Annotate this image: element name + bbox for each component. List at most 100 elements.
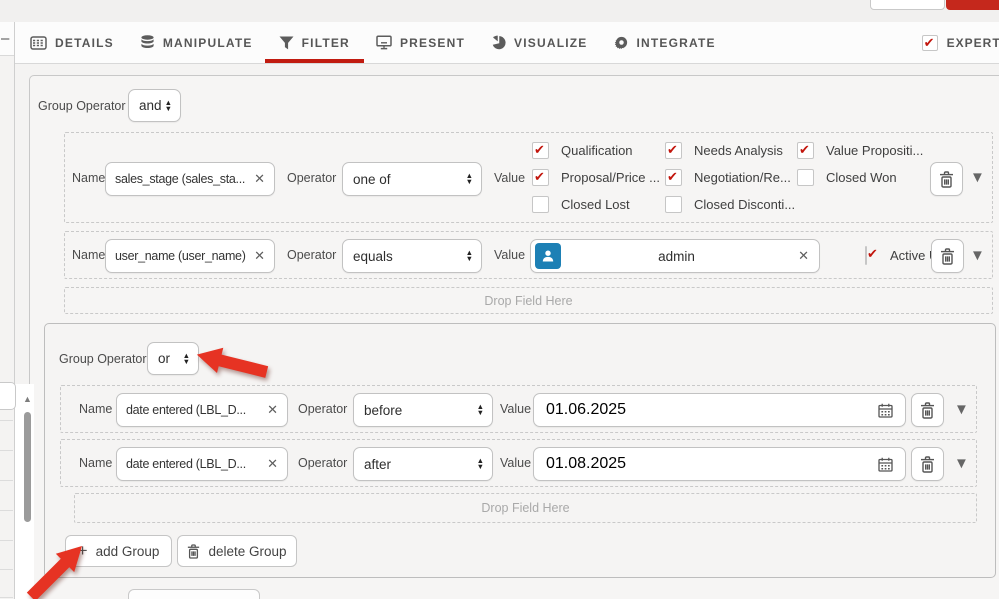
- toolbar-button-secondary[interactable]: [870, 0, 945, 10]
- filter-row-date-after: Name date entered (LBL_D... ✕ Operator a…: [60, 439, 977, 487]
- nested-group-operator-value: or: [158, 351, 171, 366]
- tab-manipulate[interactable]: MANIPULATE: [140, 22, 253, 63]
- check-icon: ✔: [667, 142, 678, 157]
- tab-integrate[interactable]: INTEGRATE: [614, 22, 716, 63]
- active-user-checkbox[interactable]: ✔: [865, 246, 878, 265]
- pie-chart-icon: [492, 35, 506, 50]
- group-operator-label: Group Operator: [59, 351, 147, 366]
- database-icon: [141, 35, 154, 48]
- divider: [0, 420, 13, 421]
- value-label: Value: [494, 248, 526, 262]
- date-value-input[interactable]: 01.08.2025: [533, 447, 906, 481]
- group-operator-select[interactable]: and ▲ ▼: [128, 89, 181, 122]
- remove-field-icon[interactable]: ✕: [254, 248, 265, 264]
- spinner-arrows-icon[interactable]: ▲ ▼: [477, 403, 484, 417]
- option-checkbox[interactable]: ✔: [532, 142, 549, 159]
- divider: [0, 450, 13, 451]
- check-icon: ✔: [534, 142, 545, 157]
- scrollbar-up-arrow[interactable]: ▲: [21, 394, 34, 404]
- active-tab-underline: [264, 59, 364, 63]
- date-value-text: 01.06.2025: [546, 401, 627, 418]
- check-icon: ✔: [867, 246, 878, 261]
- operator-select-sales-stage[interactable]: one of ▲ ▼: [342, 162, 482, 196]
- clear-value-icon[interactable]: ✕: [798, 248, 809, 264]
- collapse-handle-icon[interactable]: –: [1, 30, 9, 47]
- option-checkbox[interactable]: ✔: [665, 196, 682, 213]
- user-value-text: admin: [658, 248, 695, 264]
- sales-stage-options: ✔ Qualification ✔ Needs Analysis ✔ Value Pr…: [532, 142, 932, 213]
- drop-field-zone[interactable]: Drop Field Here: [74, 493, 977, 523]
- check-icon: ✔: [667, 169, 678, 184]
- option-checkbox[interactable]: ✔: [532, 196, 549, 213]
- delete-row-button[interactable]: [911, 393, 944, 427]
- tab-visualize[interactable]: VISUALIZE: [491, 22, 587, 63]
- spinner-arrows-icon[interactable]: ▲ ▼: [466, 172, 473, 186]
- top-strip: [0, 0, 999, 22]
- expert-mode-checkbox[interactable]: ✔: [921, 34, 938, 51]
- group-operator-label: Group Operator: [38, 98, 126, 113]
- delete-row-button[interactable]: [930, 162, 963, 196]
- add-group-button-cutoff[interactable]: [128, 589, 260, 599]
- date-value-input[interactable]: 01.06.2025: [533, 393, 906, 427]
- calendar-icon: [878, 457, 893, 472]
- nested-filter-group: Group Operator or ▲ ▼ Name date entered (…: [44, 323, 996, 578]
- operator-select-date-before[interactable]: before ▲ ▼: [353, 393, 493, 427]
- operator-select-date-after[interactable]: after ▲ ▼: [353, 447, 493, 481]
- operator-label: Operator: [298, 456, 348, 470]
- scrollbar-thumb[interactable]: [24, 412, 31, 522]
- tab-present[interactable]: PRESENT: [376, 22, 465, 63]
- option-checkbox[interactable]: ✔: [797, 169, 814, 186]
- plus-icon: +: [77, 541, 88, 560]
- toolbar-button-primary[interactable]: [946, 0, 999, 10]
- nested-group-operator-select[interactable]: or ▲ ▼: [147, 342, 199, 375]
- spinner-arrows-icon[interactable]: ▲ ▼: [477, 457, 484, 471]
- delete-group-button[interactable]: delete Group: [177, 535, 297, 567]
- tab-details[interactable]: DETAILS: [30, 22, 114, 63]
- option-label: Needs Analysis: [694, 143, 783, 158]
- field-chip-sales-stage[interactable]: sales_stage (sales_sta... ✕: [105, 162, 275, 196]
- option-checkbox[interactable]: ✔: [797, 142, 814, 159]
- screen-icon: [376, 35, 392, 50]
- row-expand-caret[interactable]: ▼: [954, 386, 969, 432]
- expert-mode-label: EXPERT MODE: [946, 35, 999, 50]
- divider: [0, 597, 13, 598]
- check-icon: ✔: [923, 34, 935, 50]
- remove-field-icon[interactable]: ✕: [254, 171, 265, 187]
- field-chip-date-entered[interactable]: date entered (LBL_D... ✕: [116, 393, 288, 427]
- option-checkbox[interactable]: ✔: [665, 142, 682, 159]
- delete-row-button[interactable]: [931, 239, 964, 273]
- option-checkbox[interactable]: ✔: [532, 169, 549, 186]
- divider: [0, 540, 13, 541]
- drop-field-zone[interactable]: Drop Field Here: [64, 287, 993, 314]
- field-chip-date-entered[interactable]: date entered (LBL_D... ✕: [116, 447, 288, 481]
- user-value-input[interactable]: admin ✕: [530, 239, 820, 273]
- trash-icon: [941, 247, 954, 265]
- trash-icon: [921, 401, 934, 419]
- funnel-icon: [279, 35, 294, 49]
- option-checkbox[interactable]: ✔: [665, 169, 682, 186]
- add-group-button[interactable]: + add Group: [65, 535, 172, 567]
- field-chip-user-name[interactable]: user_name (user_name) ✕: [105, 239, 275, 273]
- option-label: Closed Disconti...: [694, 197, 796, 212]
- row-expand-caret[interactable]: ▼: [970, 133, 985, 222]
- tab-filter[interactable]: FILTER: [264, 22, 364, 63]
- operator-label: Operator: [298, 402, 348, 416]
- delete-row-button[interactable]: [911, 447, 944, 481]
- trash-icon: [940, 170, 953, 188]
- spinner-arrows-icon[interactable]: ▲ ▼: [165, 98, 172, 112]
- row-expand-caret[interactable]: ▼: [954, 440, 969, 486]
- filter-row-date-before: Name date entered (LBL_D... ✕ Operator b…: [60, 385, 977, 433]
- spinner-arrows-icon[interactable]: ▲ ▼: [183, 351, 190, 365]
- row-expand-caret[interactable]: ▼: [970, 232, 985, 278]
- value-label: Value: [494, 170, 526, 185]
- remove-field-icon[interactable]: ✕: [267, 456, 278, 472]
- spinner-arrows-icon[interactable]: ▲ ▼: [466, 249, 473, 263]
- operator-select-user-name[interactable]: equals ▲ ▼: [342, 239, 482, 273]
- filter-row-sales-stage: Name sales_stage (sales_sta... ✕ Operato…: [64, 132, 993, 223]
- name-label: Name: [79, 456, 113, 470]
- expert-mode-toggle: ✔ EXPERT MODE: [921, 34, 999, 51]
- option-label: Value Propositi...: [826, 143, 924, 158]
- panel-input-cutoff: [0, 382, 16, 410]
- remove-field-icon[interactable]: ✕: [267, 402, 278, 418]
- date-value-text: 01.08.2025: [546, 455, 627, 472]
